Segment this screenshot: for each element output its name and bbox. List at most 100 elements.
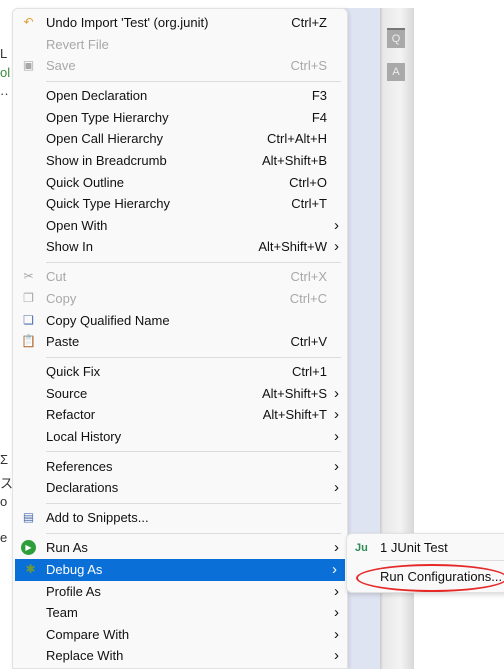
chevron-right-icon: › [334,384,339,402]
menu-item-label: Open Call Hierarchy [46,131,164,147]
annotation-icon[interactable]: A [387,63,405,81]
menu-item-add-to-snippets[interactable]: ▤ Add to Snippets... [13,507,347,529]
menu-item-replace-with[interactable]: Replace With › [13,645,347,667]
menu-item-profile-as[interactable]: Profile As › [13,581,347,603]
menu-item-shortcut: Alt+Shift+T [262,407,327,423]
menu-item-shortcut: Ctrl+X [290,269,327,285]
menu-item-label: Debug As [46,562,103,577]
menu-separator [13,529,347,537]
menu-item-label: Source [46,385,88,401]
menu-item-label: Team [46,605,78,621]
menu-separator [13,353,347,361]
annotation-ellipse [356,564,504,592]
chevron-right-icon: › [332,561,337,578]
menu-item-label: Compare With [46,626,130,642]
chevron-right-icon: › [334,539,339,557]
background-text: ·· [0,86,9,101]
menu-item-quick-type-hierarchy[interactable]: Quick Type Hierarchy Ctrl+T [13,193,347,215]
menu-item-team[interactable]: Team › [13,602,347,624]
menu-item-label: Refactor [46,407,96,423]
menu-item-shortcut: Ctrl+C [289,290,327,306]
paste-icon: 📋 [21,334,36,349]
background-text: ol [0,65,11,80]
menu-item-shortcut: Alt+Shift+B [261,152,327,168]
chevron-right-icon: › [334,406,339,424]
menu-separator [13,499,347,507]
menu-item-shortcut: Ctrl+Z [291,15,327,30]
menu-item-label: Show in Breadcrumb [46,152,167,168]
menu-item-label: Quick Fix [46,364,101,380]
chevron-right-icon: › [334,479,339,497]
menu-item-label: Copy [46,290,77,306]
menu-item-shortcut: F4 [311,109,327,125]
menu-item-shortcut: Ctrl+Alt+H [267,131,327,147]
menu-item-paste[interactable]: 📋 Paste Ctrl+V [13,331,347,353]
chevron-right-icon: › [334,427,339,445]
menu-separator [13,77,347,85]
menu-item-label: Copy Qualified Name [46,312,170,328]
menu-item-open-declaration[interactable]: Open Declaration F3 [13,85,347,107]
menu-item-label: Declarations [46,480,119,496]
background-text: e [0,530,8,545]
background-text: o [0,494,8,509]
menu-item-shortcut: Ctrl+V [290,334,327,350]
menu-item-show-in-breadcrumb[interactable]: Show in Breadcrumb Alt+Shift+B [13,150,347,172]
chevron-right-icon: › [334,216,339,234]
run-icon: ▶ [21,540,36,556]
menu-item-label: Quick Outline [46,174,125,190]
menu-item-compare-with[interactable]: Compare With › [13,624,347,646]
menu-separator [13,447,347,455]
menu-item-label: Local History [46,428,122,444]
chevron-right-icon: › [334,238,339,256]
menu-item-shortcut: Ctrl+O [289,174,327,190]
menu-item-show-in[interactable]: Show In Alt+Shift+W › [13,236,347,258]
menu-item-label: Paste [46,334,80,350]
menu-item-label: Open With [46,217,108,233]
debug-bug-icon: ✱ [25,562,36,576]
background-text: L [0,46,8,61]
copy-icon: ❐ [23,290,34,305]
menu-item-label: Add to Snippets... [46,510,149,526]
menu-item-label: 1 JUnit Test [380,540,448,555]
chevron-right-icon: › [334,457,339,475]
menu-item-label: Save [46,58,76,74]
menu-item-label: Show In [46,239,93,255]
menu-item-references[interactable]: References › [13,456,347,478]
menu-item-label: References [46,458,113,474]
copy-qualified-name-icon: ❏ [23,312,34,327]
chevron-right-icon: › [334,582,339,600]
menu-item-label: Undo Import 'Test' (org.junit) [46,15,209,30]
menu-item-open-call-hierarchy[interactable]: Open Call Hierarchy Ctrl+Alt+H [13,128,347,150]
save-icon: ▣ [22,58,35,73]
menu-item-label: Revert File [46,36,109,52]
menu-item-cut[interactable]: ✂ Cut Ctrl+X [13,266,347,288]
menu-item-run-as[interactable]: ▶ Run As › [13,537,347,559]
menu-item-copy[interactable]: ❐ Copy Ctrl+C [13,288,347,310]
menu-item-shortcut: F3 [311,88,327,104]
menu-item-shortcut: Alt+Shift+W [258,239,327,255]
menu-item-junit-test[interactable]: Ju 1 JUnit Test [347,537,504,559]
menu-item-quick-outline[interactable]: Quick Outline Ctrl+O [13,172,347,194]
search-icon[interactable]: Q [387,28,405,48]
chevron-right-icon: › [334,625,339,643]
menu-item-revert-file[interactable]: Revert File [13,34,347,56]
context-menu: ↶ Undo Import 'Test' (org.junit) Ctrl+Z Rev… [12,8,348,669]
menu-item-label: Profile As [46,583,101,599]
menu-item-open-with[interactable]: Open With › [13,215,347,237]
menu-item-local-history[interactable]: Local History › [13,426,347,448]
menu-item-label: Run As [46,540,88,556]
undo-icon: ↶ [23,15,34,29]
menu-item-undo-import-test-org-junit[interactable]: ↶ Undo Import 'Test' (org.junit) Ctrl+Z [13,12,347,34]
menu-separator [380,560,504,561]
menu-item-quick-fix[interactable]: Quick Fix Ctrl+1 [13,361,347,383]
menu-item-shortcut: Ctrl+S [290,58,327,74]
menu-item-copy-qualified-name[interactable]: ❏ Copy Qualified Name [13,310,347,332]
menu-item-label: Cut [46,269,67,285]
menu-item-refactor[interactable]: Refactor Alt+Shift+T › [13,404,347,426]
menu-item-source[interactable]: Source Alt+Shift+S › [13,383,347,405]
menu-item-save[interactable]: ▣ Save Ctrl+S [13,55,347,77]
menu-item-shortcut: Ctrl+1 [291,364,327,380]
menu-item-debug-as[interactable]: ✱ Debug As › [15,559,345,581]
menu-item-declarations[interactable]: Declarations › [13,477,347,499]
menu-item-open-type-hierarchy[interactable]: Open Type Hierarchy F4 [13,107,347,129]
